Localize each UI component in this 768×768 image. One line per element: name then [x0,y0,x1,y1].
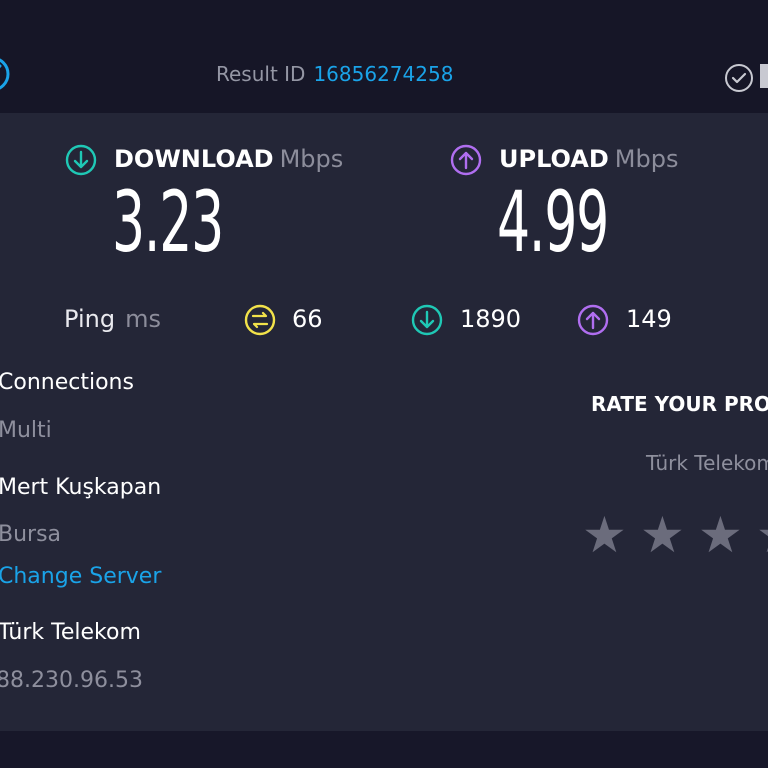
download-label: DOWNLOAD [114,145,274,173]
isp-ip-address: 88.230.96.53 [0,668,143,693]
rating-star-1[interactable]: ★ [582,510,627,560]
change-server-link[interactable]: Change Server [0,564,161,589]
speed-gauge-icon[interactable] [0,56,12,92]
ping-upload-value: 149 [626,305,672,333]
isp-name: Türk Telekom [0,620,141,645]
result-id-row: Result ID 16856274258 [216,62,453,86]
download-unit: Mbps [279,145,344,173]
connections-title: Connections [0,370,134,395]
upload-unit: Mbps [614,145,679,173]
upload-speed-value: 4.99 [497,173,609,271]
results-tab-fragment[interactable] [760,64,768,88]
ping-download-value: 1890 [460,305,522,333]
top-bar [0,0,768,113]
server-location: Bursa [0,522,62,547]
rate-provider-title: RATE YOUR PRO [591,392,768,416]
rate-provider-name: Türk Telekom [646,451,768,475]
ping-label-row: Ping ms [64,305,161,333]
server-name: Mert Kuşkapan [0,475,162,500]
ping-idle-value: 66 [292,305,323,333]
rating-star-4[interactable]: ★ [756,510,768,560]
download-speed-value: 3.23 [112,173,224,271]
result-id-link[interactable]: 16856274258 [313,62,453,86]
check-circle-icon[interactable] [724,63,754,93]
upload-arrow-icon [450,144,482,176]
rating-star-2[interactable]: ★ [640,510,685,560]
connections-mode[interactable]: Multi [0,418,52,443]
upload-label: UPLOAD [499,145,609,173]
download-arrow-icon [65,144,97,176]
ping-label: Ping [64,305,116,333]
result-id-label: Result ID [216,62,306,86]
download-latency-icon [411,304,443,336]
footer-bar [0,731,768,768]
rating-star-3[interactable]: ★ [698,510,743,560]
download-title: DOWNLOAD Mbps [114,145,343,173]
ping-unit: ms [125,305,161,333]
upload-title: UPLOAD Mbps [499,145,678,173]
upload-latency-icon [577,304,609,336]
idle-latency-icon [244,304,276,336]
